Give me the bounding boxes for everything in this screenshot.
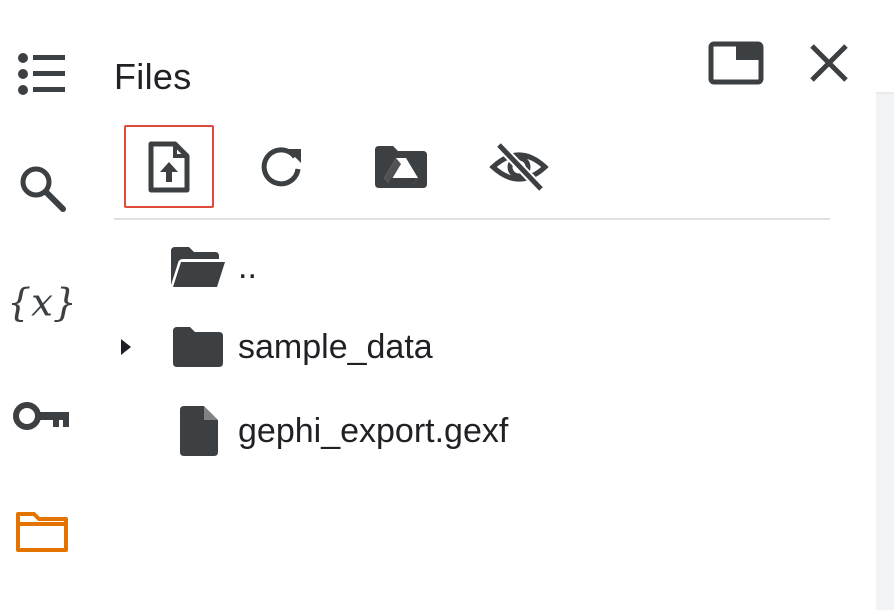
eye-off-icon <box>489 141 549 193</box>
rail-table-of-contents-button[interactable] <box>12 44 72 104</box>
key-icon <box>13 402 69 430</box>
toggle-hidden-files-button[interactable] <box>476 128 562 206</box>
upload-file-icon <box>148 141 190 192</box>
window-icon <box>708 41 764 85</box>
svg-text:{x}: {x} <box>12 281 72 326</box>
folder-icon <box>16 512 68 552</box>
file-icon <box>180 406 218 456</box>
open-in-tab-button[interactable] <box>708 40 764 91</box>
close-icon <box>810 44 848 82</box>
file-row-icon <box>168 406 228 456</box>
file-row-name: sample_data <box>238 328 433 366</box>
file-row-icon <box>168 242 228 292</box>
refresh-icon <box>261 147 301 187</box>
panel-title: Files <box>114 56 192 97</box>
toolbar-divider <box>114 218 830 220</box>
drive-folder-icon <box>375 146 427 188</box>
mount-drive-button[interactable] <box>358 128 444 206</box>
upload-button[interactable] <box>124 125 214 208</box>
list-icon <box>18 53 65 95</box>
rail-secrets-button[interactable] <box>12 386 72 446</box>
folder-icon <box>173 327 223 367</box>
rail-search-button[interactable] <box>12 158 72 218</box>
file-row-icon <box>168 322 228 372</box>
folder-open-icon <box>171 247 225 287</box>
close-button[interactable] <box>806 40 852 91</box>
file-row-name: .. <box>238 248 257 286</box>
rail-files-button[interactable] <box>12 502 72 562</box>
adjacent-panel-header <box>876 0 894 94</box>
search-icon <box>20 166 66 212</box>
caret-right-icon <box>121 339 131 355</box>
left-rail: {x} <box>0 0 86 610</box>
expand-toggle[interactable] <box>114 336 136 358</box>
file-row-sample-data[interactable]: sample_data <box>110 312 830 382</box>
file-row-parent[interactable]: .. <box>110 232 830 302</box>
file-row-gephi-export[interactable]: gephi_export.gexf <box>110 396 830 466</box>
variables-icon: {x} <box>12 281 72 326</box>
rail-variables-button[interactable]: {x} <box>12 272 72 332</box>
file-row-name: gephi_export.gexf <box>238 412 509 450</box>
refresh-button[interactable] <box>238 128 324 206</box>
